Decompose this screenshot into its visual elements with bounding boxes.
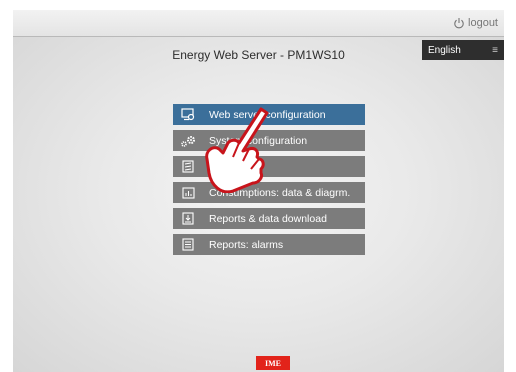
logout-button[interactable]: logout (453, 16, 498, 30)
menu-item-label: Web server configuration (209, 108, 326, 121)
menu-item-dashboard[interactable]: Dashboard (173, 156, 365, 177)
ime-logo: IME (256, 356, 290, 370)
menu-item-label: Reports: alarms (209, 238, 284, 251)
menu-item-reports-data-download[interactable]: Reports & data download (173, 208, 365, 229)
logout-label: logout (468, 17, 498, 29)
menu-item-system-configuration[interactable]: System configuration (173, 130, 365, 151)
top-bar: logout (13, 10, 504, 37)
language-select[interactable]: English ≡ (422, 40, 504, 60)
main-menu: Web server configuration System configur… (173, 104, 365, 255)
language-selected: English (428, 44, 461, 56)
download-report-icon (173, 208, 203, 229)
power-icon (454, 18, 464, 29)
hamburger-icon: ≡ (492, 44, 498, 56)
app-screen: logout Energy Web Server - PM1WS10 Engli… (13, 10, 504, 372)
monitor-config-icon (173, 104, 203, 125)
menu-item-label: Dashboard (209, 160, 261, 173)
menu-item-web-server-configuration[interactable]: Web server configuration (173, 104, 365, 125)
chart-icon (173, 182, 203, 203)
alarm-report-icon (173, 234, 203, 255)
menu-item-label: System configuration (209, 134, 308, 147)
menu-item-reports-alarms[interactable]: Reports: alarms (173, 234, 365, 255)
menu-item-label: Reports & data download (209, 212, 327, 225)
menu-item-consumptions[interactable]: Consumptions: data & diagrm. (173, 182, 365, 203)
gears-icon (173, 130, 203, 151)
dashboard-icon (173, 156, 203, 177)
menu-item-label: Consumptions: data & diagrm. (209, 186, 351, 199)
